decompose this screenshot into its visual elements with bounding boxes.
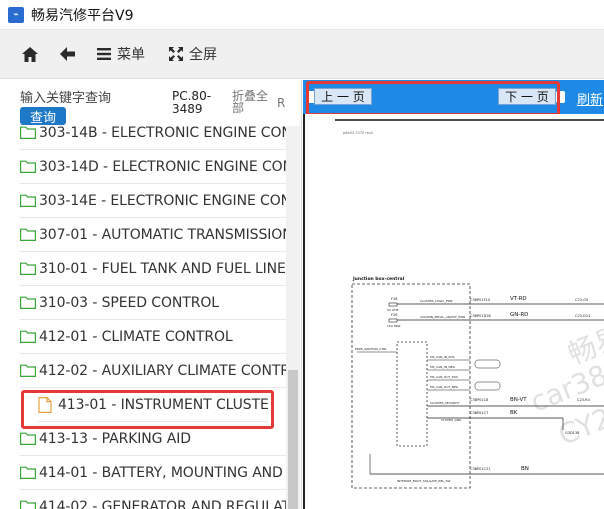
- fullscreen-label: 全屏: [189, 47, 217, 63]
- svg-text:C3BP01C21: C3BP01C21: [470, 467, 491, 471]
- window-title: 畅易汽修平台V9: [31, 7, 134, 24]
- pager-highlight: [306, 81, 560, 116]
- selection-highlight: [21, 390, 274, 429]
- svg-text:15A MINI: 15A MINI: [387, 324, 401, 328]
- svg-text:F18: F18: [391, 297, 397, 301]
- left-pane: 查询 PC.80-3489 折叠全部 R 303-14B - ELECTRONI…: [0, 80, 302, 509]
- menu-icon: [97, 48, 111, 60]
- svg-text:5A ATM: 5A ATM: [387, 308, 399, 312]
- manual-tree: 303-14B - ELECTRONIC ENGINE CONTR 303-14…: [0, 126, 286, 509]
- tree-item[interactable]: 310-01 - FUEL TANK AND FUEL LINES: [20, 252, 286, 286]
- tree-item[interactable]: 310-03 - SPEED CONTROL: [20, 286, 286, 320]
- svg-text:p6e03-7070 rev2: p6e03-7070 rev2: [343, 131, 373, 135]
- tree-scrollbar[interactable]: [286, 126, 300, 509]
- svg-text:BK: BK: [510, 410, 518, 416]
- svg-text:C3BP01D28: C3BP01D28: [470, 314, 491, 318]
- folder-icon: [20, 262, 36, 275]
- tree-item-label: 414-02 - GENERATOR AND REGULATOR: [39, 498, 286, 509]
- folder-icon: [20, 228, 36, 241]
- folder-icon: [20, 432, 36, 445]
- tree-item-label: 412-02 - AUXILIARY CLIMATE CONTROL: [39, 362, 286, 379]
- svg-text:Junction box-central: Junction box-central: [352, 276, 405, 282]
- truncated-label: R: [277, 96, 286, 110]
- svg-text:CLUSTER_SECURITY: CLUSTER_SECURITY: [430, 401, 460, 405]
- folder-icon: [20, 160, 36, 173]
- svg-text:PP2B_IGNITION_CTRL: PP2B_IGNITION_CTRL: [355, 347, 387, 351]
- svg-text:MS_CAN_IN_NEG: MS_CAN_IN_NEG: [430, 365, 456, 369]
- back-button[interactable]: [60, 39, 75, 69]
- svg-text:COLUMN_PEDAL_ADJUST_PWR: COLUMN_PEDAL_ADJUST_PWR: [420, 315, 465, 319]
- svg-text:MS_CAN_IN_POS: MS_CAN_IN_POS: [430, 355, 455, 359]
- tree-item[interactable]: 303-14B - ELECTRONIC ENGINE CONTR: [20, 126, 286, 150]
- tree-item[interactable]: 412-01 - CLIMATE CONTROL: [20, 320, 286, 354]
- svg-text:C23-G5: C23-G5: [575, 298, 588, 302]
- tree-item-label: 303-14B - ELECTRONIC ENGINE CONTR: [39, 126, 286, 141]
- menu-label: 菜单: [117, 47, 145, 63]
- wiring-diagram: p6e03-7070 rev2 Junction box-central F18…: [335, 119, 604, 489]
- svg-text:VT-RD: VT-RD: [510, 296, 527, 302]
- query-button[interactable]: 查询: [20, 107, 66, 126]
- svg-text:MS_CAN_OUT_NEG: MS_CAN_OUT_NEG: [430, 385, 459, 389]
- tree-item[interactable]: 303-14E - ELECTRONIC ENGINE CONTR: [20, 184, 286, 218]
- tree-item[interactable]: 303-14D - ELECTRONIC ENGINE CONTR: [20, 150, 286, 184]
- folder-icon: [20, 194, 36, 207]
- menu-button[interactable]: 菜单: [97, 39, 145, 69]
- tree-item-label: 310-01 - FUEL TANK AND FUEL LINES: [39, 260, 286, 277]
- wiring-diagram-page: p6e03-7070 rev2 Junction box-central F18…: [303, 114, 604, 509]
- svg-text:MS_CAN_OUT_POS: MS_CAN_OUT_POS: [430, 375, 458, 379]
- svg-text:BN: BN: [521, 466, 529, 472]
- title-bar: ⌁ 畅易汽修平台V9: [0, 0, 604, 30]
- tree-item-label: 412-01 - CLIMATE CONTROL: [39, 328, 233, 345]
- app-logo-icon: ⌁: [8, 6, 24, 23]
- toolbar: 菜单 全屏: [0, 30, 604, 79]
- tree-item-label: 303-14E - ELECTRONIC ENGINE CONTR: [39, 192, 286, 209]
- tree-item[interactable]: 307-01 - AUTOMATIC TRANSMISSION: [20, 218, 286, 252]
- fullscreen-icon: [169, 47, 183, 61]
- collapse-all-button[interactable]: 折叠全部: [232, 90, 272, 114]
- svg-text:SYSTEM_GND: SYSTEM_GND: [441, 418, 462, 422]
- search-input[interactable]: [20, 89, 164, 107]
- tree-item[interactable]: 412-02 - AUXILIARY CLIMATE CONTROL: [20, 354, 286, 388]
- document-viewer: 上 一 页 下 一 页 刷新 p6e03-7070 rev2 Junction …: [303, 80, 604, 509]
- svg-text:C3BP01F10: C3BP01F10: [470, 298, 490, 302]
- folder-icon: [20, 330, 36, 343]
- tree-item[interactable]: 414-01 - BATTERY, MOUNTING AND CA: [20, 456, 286, 490]
- model-code: PC.80-3489: [172, 89, 212, 116]
- refresh-link[interactable]: 刷新: [577, 89, 603, 108]
- folder-icon: [20, 500, 36, 509]
- svg-text:C3BP01C8: C3BP01C8: [470, 398, 488, 402]
- fullscreen-button[interactable]: 全屏: [169, 39, 217, 69]
- back-arrow-icon: [60, 47, 75, 61]
- search-row: 查询 PC.80-3489 折叠全部 R: [0, 80, 301, 126]
- tree-item-label: 307-01 - AUTOMATIC TRANSMISSION: [39, 226, 286, 243]
- tree-item-label: 414-01 - BATTERY, MOUNTING AND CA: [39, 464, 286, 481]
- folder-icon: [20, 466, 36, 479]
- tree-item-label: 413-13 - PARKING AID: [39, 430, 191, 447]
- svg-text:C3BP01C7: C3BP01C7: [470, 411, 488, 415]
- tree-item[interactable]: 414-02 - GENERATOR AND REGULATOR: [20, 490, 286, 509]
- scrollbar-thumb[interactable]: [288, 370, 298, 509]
- svg-text:F26: F26: [391, 313, 397, 317]
- folder-icon: [20, 364, 36, 377]
- home-button[interactable]: [22, 39, 38, 69]
- folder-icon: [20, 126, 36, 139]
- folder-icon: [20, 296, 36, 309]
- svg-text:GN-RD: GN-RD: [510, 312, 528, 318]
- svg-text:C23-D14: C23-D14: [575, 314, 591, 318]
- svg-text:BN-VT: BN-VT: [510, 397, 527, 403]
- svg-text:INTERIOR_BOOT_TAILGATE_REL_SW: INTERIOR_BOOT_TAILGATE_REL_SW: [397, 479, 450, 483]
- tree-item-label: 303-14D - ELECTRONIC ENGINE CONTR: [39, 158, 286, 175]
- tree-item-label: 310-03 - SPEED CONTROL: [39, 294, 219, 311]
- home-icon: [22, 46, 38, 62]
- svg-text:CLUSTER_LOGIC_PWR: CLUSTER_LOGIC_PWR: [420, 299, 453, 303]
